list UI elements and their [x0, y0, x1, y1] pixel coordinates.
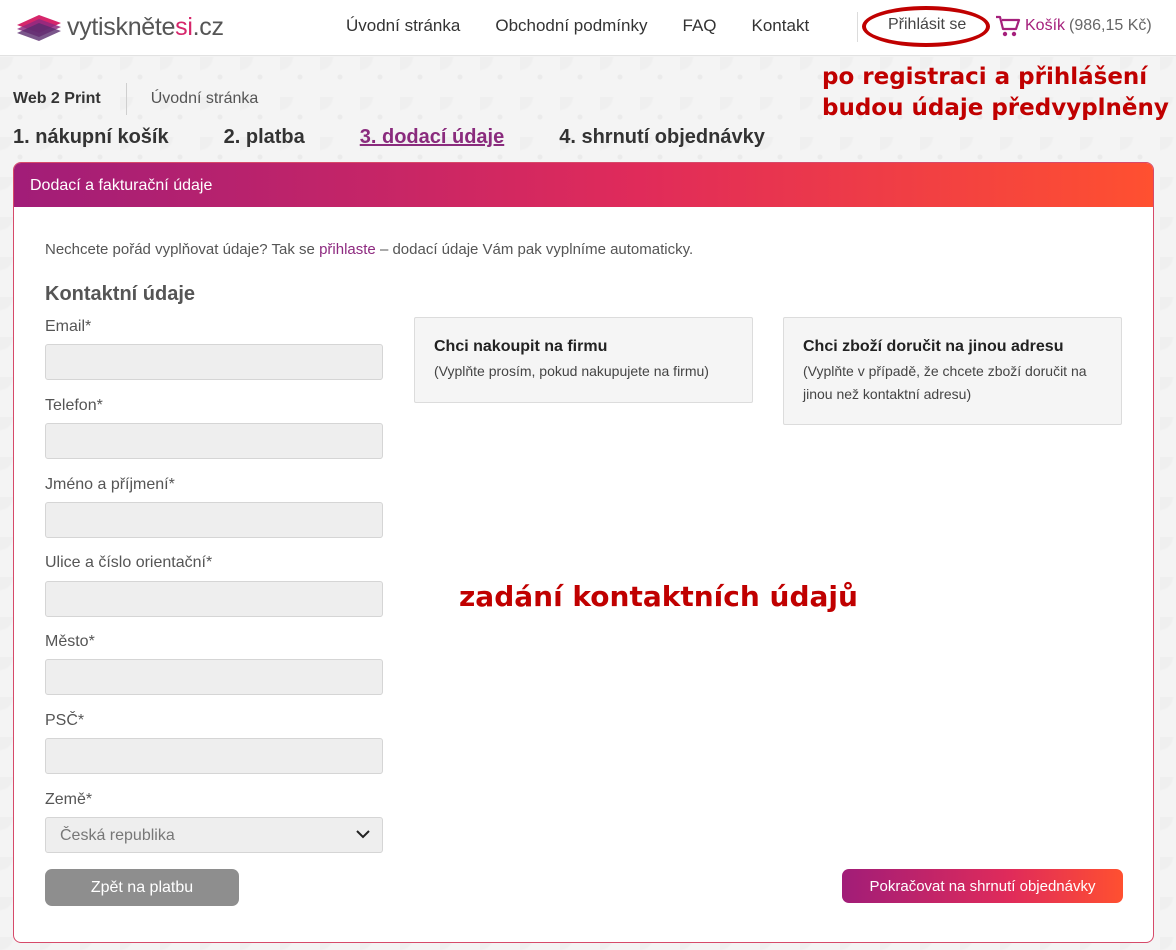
step-cart[interactable]: 1. nákupní košík — [13, 126, 169, 149]
email-field[interactable] — [45, 344, 383, 380]
nav-terms[interactable]: Obchodní podmínky — [495, 16, 647, 36]
panel-title: Dodací a fakturační údaje — [14, 163, 1153, 207]
back-to-payment-button[interactable]: Zpět na platbu — [45, 869, 239, 906]
annotation-contact-note: zadání kontaktních údajů — [459, 580, 858, 613]
breadcrumb-current[interactable]: Úvodní stránka — [151, 90, 259, 108]
step-delivery[interactable]: 3. dodací údaje — [360, 126, 504, 149]
city-field[interactable] — [45, 659, 383, 695]
login-hint: Nechcete pořád vyplňovat údaje? Tak se p… — [45, 241, 694, 258]
name-label: Jméno a příjmení* — [45, 476, 175, 493]
company-option-desc: (Vyplňte prosím, pokud nakupujete na fir… — [434, 363, 709, 379]
country-select[interactable]: Česká republika — [45, 817, 383, 853]
nav-divider — [857, 12, 858, 42]
delivery-billing-panel: Dodací a fakturační údaje Nechcete pořád… — [13, 162, 1154, 943]
phone-field[interactable] — [45, 423, 383, 459]
street-label: Ulice a číslo orientační* — [45, 554, 213, 571]
nav-contact[interactable]: Kontakt — [752, 16, 810, 36]
site-logo[interactable]: vytisknětesi.cz — [15, 10, 224, 44]
cart-label: Košík — [1025, 17, 1066, 34]
breadcrumb-home[interactable]: Web 2 Print — [13, 90, 101, 108]
email-label: Email* — [45, 318, 92, 335]
company-option-title: Chci nakoupit na firmu — [434, 338, 608, 355]
street-field[interactable] — [45, 581, 383, 617]
step-payment[interactable]: 2. platba — [224, 126, 305, 149]
address-option-title: Chci zboží doručit na jinou adresu — [803, 338, 1064, 355]
cart-link[interactable]: Košík (986,15 Kč) — [995, 14, 1152, 38]
continue-to-summary-button[interactable]: Pokračovat na shrnutí objednávky — [842, 869, 1123, 903]
zip-field[interactable] — [45, 738, 383, 774]
contact-section-title: Kontaktní údaje — [45, 283, 196, 305]
step-summary: 4. shrnutí objednávky — [559, 126, 765, 148]
phone-label: Telefon* — [45, 397, 103, 414]
annotation-prefill-note: po registraci a přihlášení budou údaje p… — [822, 64, 1169, 121]
login-hint-link[interactable]: přihlaste — [319, 241, 376, 258]
checkout-steps: 1. nákupní košík 2. platba 3. dodací úda… — [13, 126, 820, 149]
nav-faq[interactable]: FAQ — [683, 16, 717, 36]
breadcrumb-divider — [125, 83, 127, 115]
cart-icon — [996, 15, 1021, 37]
logo-wordmark: vytisknětesi.cz — [67, 12, 224, 41]
zip-label: PSČ* — [45, 712, 85, 729]
main-nav: Úvodní stránka Obchodní podmínky FAQ Kon… — [346, 16, 844, 36]
top-header: vytisknětesi.cz Úvodní stránka Obchodní … — [0, 0, 1176, 56]
logo-book-icon — [17, 15, 61, 41]
country-label: Země* — [45, 791, 93, 808]
cart-total: (986,15 Kč) — [1069, 17, 1152, 34]
address-option-desc: (Vyplňte v případě, že chcete zboží doru… — [803, 363, 1087, 402]
nav-home[interactable]: Úvodní stránka — [346, 16, 460, 36]
country-select-value: Česká republika — [60, 827, 175, 844]
login-highlight-ring — [862, 6, 990, 47]
chevron-down-icon — [356, 830, 370, 839]
alternate-address-option[interactable]: Chci zboží doručit na jinou adresu (Vypl… — [783, 317, 1122, 425]
breadcrumb: Web 2 Print Úvodní stránka — [13, 83, 258, 115]
company-purchase-option[interactable]: Chci nakoupit na firmu (Vyplňte prosím, … — [414, 317, 753, 403]
name-field[interactable] — [45, 502, 383, 538]
city-label: Město* — [45, 633, 95, 650]
